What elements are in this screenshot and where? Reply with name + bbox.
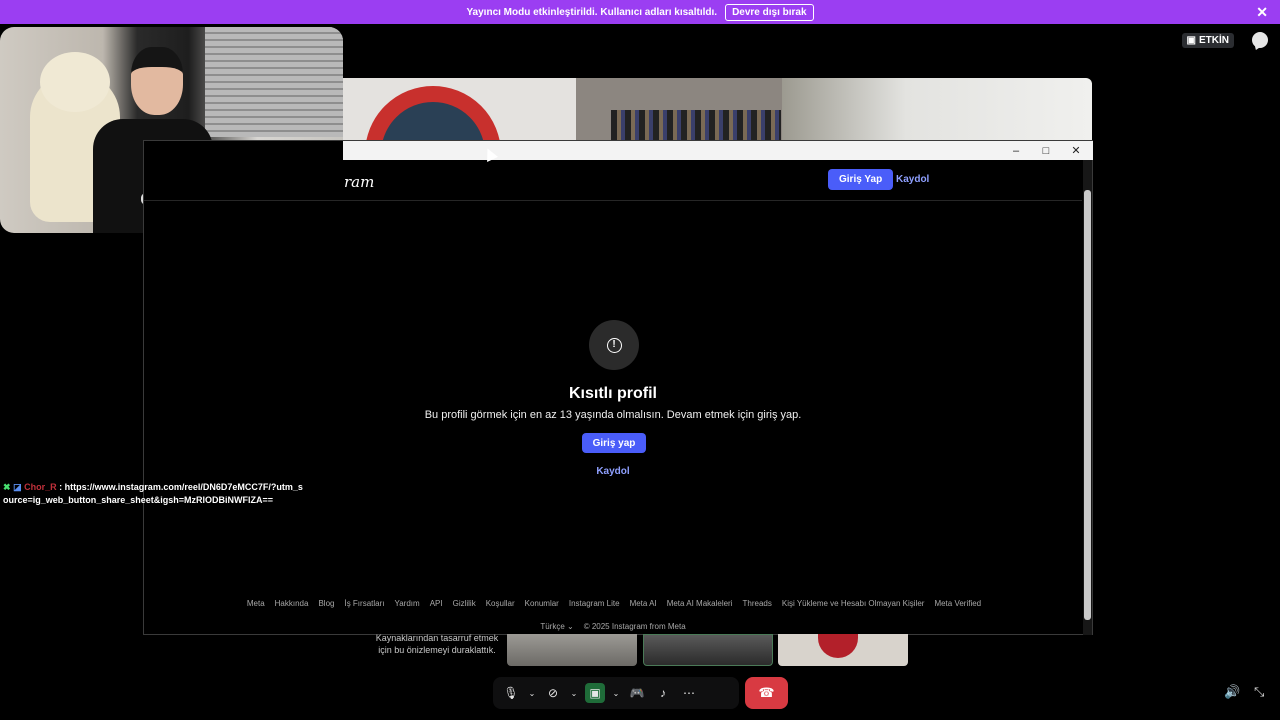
preview-tile[interactable] [778,634,908,666]
footer-link[interactable]: Meta Verified [934,599,981,608]
background-stream-strip [343,78,1092,140]
live-badge: ▣ ETKİN [1181,33,1234,48]
alert-circle-icon: ! [606,337,622,353]
banner-text: Yayıncı Modu etkinleştirildi. Kullanıcı … [466,6,718,18]
disable-streamer-mode-button[interactable]: Devre dışı bırak [725,3,814,21]
chevron-down-icon[interactable]: ⌄ [569,683,579,703]
preview-tile[interactable] [643,634,773,666]
more-icon[interactable]: ⋯ [679,683,699,703]
copyright-text: © 2025 Instagram from Meta [583,622,686,631]
restricted-icon-circle: ! [589,320,639,370]
footer-link[interactable]: Meta [247,599,265,608]
nav-divider [144,200,1082,201]
shield-image [365,86,501,140]
footer-link[interactable]: Hakkında [275,599,309,608]
microphone-icon[interactable]: 🎙 [501,683,521,703]
instagram-logo[interactable]: ram [344,173,374,191]
window-titlebar[interactable]: – □ ✕ [343,141,1093,160]
live-label: ETKİN [1199,35,1229,46]
browser-window: – □ ✕ ram Giriş Yap Kaydol ! Kısıtlı pro… [143,140,1093,635]
live-icon: ▣ [1186,35,1196,46]
chat-bubble-icon[interactable] [1252,32,1268,48]
screen-share-icon[interactable]: ▣ [585,683,605,703]
chevron-down-icon[interactable]: ⌄ [611,683,621,703]
soundboard-icon[interactable]: ♪ [653,683,673,703]
scrollbar[interactable] [1083,160,1092,635]
chevron-down-icon: ⌄ [567,622,574,631]
close-icon[interactable]: ✕ [1256,4,1268,21]
footer-link[interactable]: Threads [743,599,772,608]
streamer-mode-banner: Yayıncı Modu etkinleştirildi. Kullanıcı … [0,0,1280,24]
nav-signup-link[interactable]: Kaydol [896,174,929,185]
minimize-button[interactable]: – [1001,141,1031,160]
footer-link[interactable]: Meta AI Makaleleri [667,599,733,608]
language-select[interactable]: Türkçe ⌄ [540,622,573,631]
call-controls: 🎙 ⌄ ⊘ ⌄ ▣ ⌄ 🎮 ♪ ⋯ [493,677,739,709]
footer-link[interactable]: Meta AI [630,599,657,608]
badge-icon: ✖ [3,482,11,492]
footer-link[interactable]: Koşullar [486,599,515,608]
language-label: Türkçe [540,622,565,631]
footer-link[interactable]: İş Fırsatları [344,599,384,608]
restricted-title: Kısıtlı profil [569,385,657,402]
paused-preview-text: Kaynaklarından tasarruf etmek için bu ön… [375,633,499,655]
scrollbar-thumb[interactable] [1084,190,1091,620]
footer-link[interactable]: Kişi Yükleme ve Hesabı Olmayan Kişiler [782,599,925,608]
footer-link[interactable]: API [430,599,443,608]
maximize-button[interactable]: □ [1031,141,1061,160]
preview-tile[interactable] [507,634,637,666]
restricted-signup-link[interactable]: Kaydol [144,466,1082,477]
chevron-down-icon[interactable]: ⌄ [527,683,537,703]
window-blinds-image [205,27,343,137]
restricted-description: Bu profili görmek için en az 13 yaşında … [424,409,802,421]
gamepad-icon[interactable]: 🎮 [627,683,647,703]
chat-nick: Chor_R [24,482,57,492]
figures-image [611,110,781,140]
nav-login-button[interactable]: Giriş Yap [828,169,894,190]
strip-shield-panel [343,78,576,140]
footer-link[interactable]: Konumlar [525,599,559,608]
footer-meta-row: Türkçe ⌄ © 2025 Instagram from Meta [144,622,1082,631]
footer-link[interactable]: Yardım [394,599,419,608]
strip-wall-panel [782,78,1092,140]
footer-link[interactable]: Blog [318,599,334,608]
chat-message: ✖ ◪ Chor_R : https://www.instagram.com/r… [3,481,303,507]
camera-off-icon[interactable]: ⊘ [543,683,563,703]
exit-fullscreen-icon[interactable]: ⤡ [1254,684,1270,700]
subscriber-icon: ◪ [13,482,22,492]
volume-icon[interactable]: 🔊 [1224,684,1240,700]
footer-link[interactable]: Gizlilik [453,599,476,608]
streamer-head [131,47,183,115]
footer-links: Meta Hakkında Blog İş Fırsatları Yardım … [244,599,984,608]
restricted-login-button[interactable]: Giriş yap [582,433,646,453]
footer-link[interactable]: Instagram Lite [569,599,620,608]
chat-separator: : [59,482,63,492]
hangup-icon: ☎ [758,685,775,700]
close-window-button[interactable]: ✕ [1061,141,1091,160]
hangup-button[interactable]: ☎ [745,677,788,709]
